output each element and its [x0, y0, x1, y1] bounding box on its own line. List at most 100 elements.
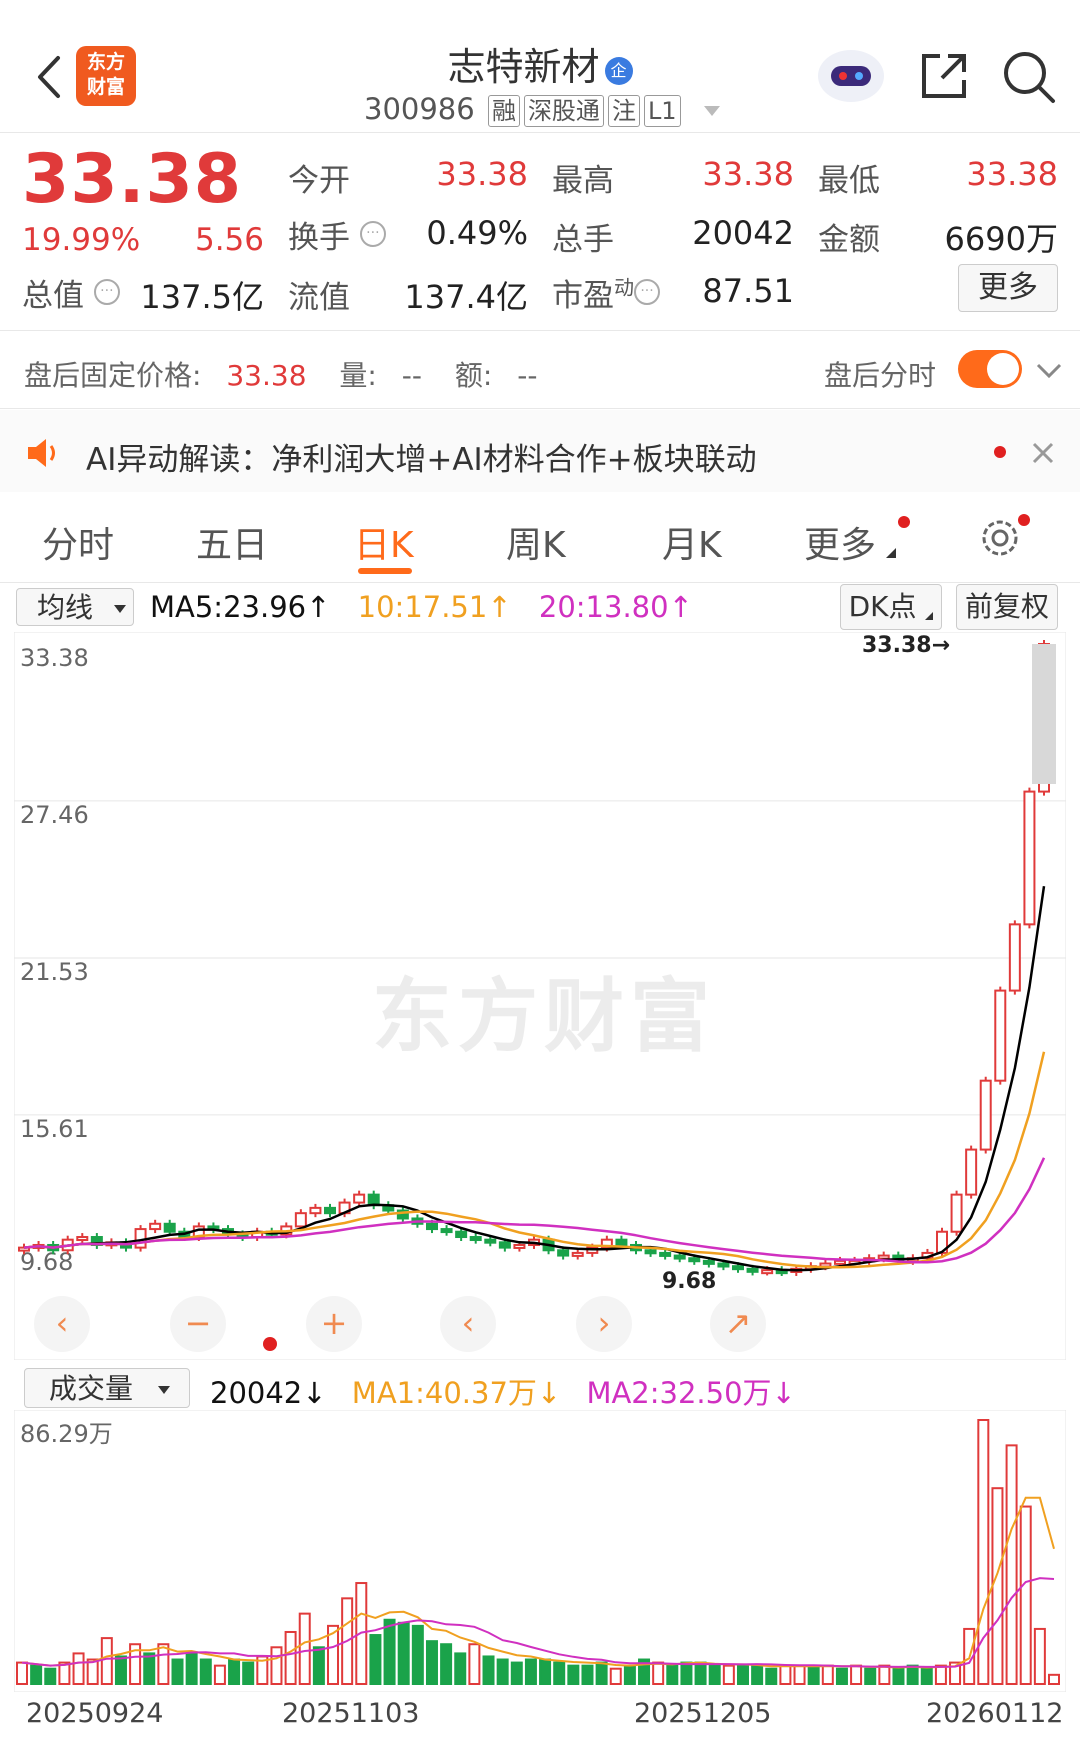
volume-bar: [496, 1658, 509, 1686]
dk-point-button[interactable]: DK点: [840, 584, 942, 630]
volume-bar: [553, 1661, 566, 1686]
volume-bar: [270, 1646, 283, 1685]
volume-indicator-select[interactable]: 成交量: [24, 1368, 190, 1408]
volume-ma1: MA1:40.37万: [351, 1376, 537, 1410]
event-dot: [263, 1337, 277, 1351]
candle-body: [834, 1259, 846, 1265]
candle-body: [149, 1222, 162, 1231]
tab-timeshare[interactable]: 分时: [42, 516, 114, 568]
info-icon[interactable]: ···: [634, 278, 660, 305]
candle-body: [498, 1241, 511, 1249]
volume-bar: [185, 1652, 198, 1685]
change-percent: 19.99%: [22, 222, 141, 258]
after-hours-volume-label: 量:: [339, 359, 377, 392]
volume-bar: [991, 1487, 1004, 1685]
tab-more-dot: [898, 516, 910, 528]
open-label: 今开: [288, 163, 350, 199]
badge-margin: 融: [487, 95, 520, 127]
y-tick-label: 9.68: [20, 1248, 73, 1276]
volume-bar: [524, 1658, 537, 1686]
y-tick-label: 21.53: [20, 958, 89, 986]
search-icon[interactable]: [1000, 48, 1058, 106]
ma5-line: [23, 886, 1046, 1272]
after-hours-price: 33.38: [226, 359, 307, 392]
total-cap-value: 137.5亿: [140, 278, 264, 316]
info-icon[interactable]: ···: [93, 278, 120, 305]
volume-bar: [835, 1667, 848, 1686]
volume-label: 总手: [552, 222, 614, 258]
settings-icon[interactable]: [978, 516, 1022, 560]
dk-dropdown-icon: [925, 612, 934, 620]
volume-bar: [143, 1652, 156, 1685]
volume-bar: [581, 1664, 594, 1685]
volume-bar: [228, 1658, 241, 1686]
volume-bar: [736, 1664, 749, 1685]
candle-body: [615, 1238, 628, 1246]
candle-body: [163, 1222, 176, 1233]
volume-bar: [751, 1664, 764, 1685]
volume-bar: [1048, 1673, 1060, 1686]
more-quote-button[interactable]: 更多: [958, 264, 1058, 312]
volume-value: 20042: [692, 214, 794, 252]
ai-banner-text[interactable]: AI异动解读：净利润大增+AI材料合作+板块联动: [86, 434, 757, 479]
stock-code: 300986: [364, 92, 475, 126]
candle-body: [1023, 790, 1036, 926]
share-icon[interactable]: [918, 50, 970, 102]
active-tab-indicator: [358, 568, 412, 574]
after-hours-volume: --: [401, 359, 422, 392]
volume-bar: [934, 1664, 947, 1685]
volume-bar: [539, 1658, 552, 1686]
candle-body: [746, 1267, 759, 1273]
tab-weekly-k[interactable]: 周K: [506, 516, 566, 568]
candle-body: [309, 1206, 322, 1215]
low-label: 最低: [818, 163, 880, 199]
volume-bar: [383, 1618, 396, 1686]
close-icon[interactable]: [1030, 440, 1056, 466]
expand-chevron-icon[interactable]: [1034, 358, 1064, 382]
volume-ma1-line: [21, 1496, 1055, 1669]
indicator-select[interactable]: 均线: [16, 588, 134, 626]
volume-bar: [171, 1658, 184, 1686]
last-price: 33.38: [22, 140, 243, 219]
volume-bar: [100, 1637, 113, 1686]
amount-label: 金额: [818, 222, 880, 258]
tab-more[interactable]: 更多: [804, 516, 876, 568]
volume-bar: [157, 1643, 170, 1685]
candle-body: [877, 1254, 890, 1260]
volume-bar: [652, 1661, 665, 1686]
total-cap-label: 总值 ···: [22, 270, 120, 315]
badge-registered: 注: [607, 95, 640, 127]
tab-five-day[interactable]: 五日: [196, 516, 268, 568]
high-label: 最高: [552, 163, 614, 199]
volume-legend: 20042↓ MA1:40.37万↓ MA2:32.50万↓: [210, 1376, 796, 1410]
chart-nav-icon: +: [321, 1304, 348, 1342]
volume-bar: [440, 1643, 453, 1685]
open-value: 33.38: [436, 155, 528, 193]
settings-dot: [1018, 514, 1030, 526]
candle-body: [1008, 923, 1021, 992]
volume-bar: [425, 1640, 438, 1686]
unread-dot: [994, 446, 1006, 458]
volume-bar: [850, 1664, 863, 1685]
stock-code-row: 300986 融深股通注 L1: [364, 92, 720, 127]
volume-chart[interactable]: 86.29万: [14, 1410, 1066, 1692]
candle-body: [761, 1269, 774, 1275]
volume-bar: [807, 1664, 820, 1685]
candle-body: [571, 1251, 584, 1257]
ai-assistant-avatar[interactable]: [815, 42, 887, 106]
tab-daily-k[interactable]: 日K: [354, 516, 414, 568]
limit-up-band: [1032, 644, 1056, 784]
volume-bar: [454, 1652, 467, 1685]
candle-body: [324, 1206, 336, 1215]
after-hours-toggle[interactable]: [958, 350, 1022, 388]
ma5-value: MA5:23.96: [150, 590, 307, 624]
volume-bar: [595, 1661, 608, 1686]
volume-bar: [1019, 1505, 1032, 1685]
info-icon[interactable]: ···: [359, 220, 386, 247]
candle-body: [717, 1262, 730, 1268]
after-hours-amount: --: [517, 359, 538, 392]
adjust-button[interactable]: 前复权: [956, 584, 1058, 630]
chevron-down-icon[interactable]: [703, 106, 720, 116]
after-hours-timeshare-label: 盘后分时: [824, 359, 937, 392]
tab-monthly-k[interactable]: 月K: [662, 516, 722, 568]
